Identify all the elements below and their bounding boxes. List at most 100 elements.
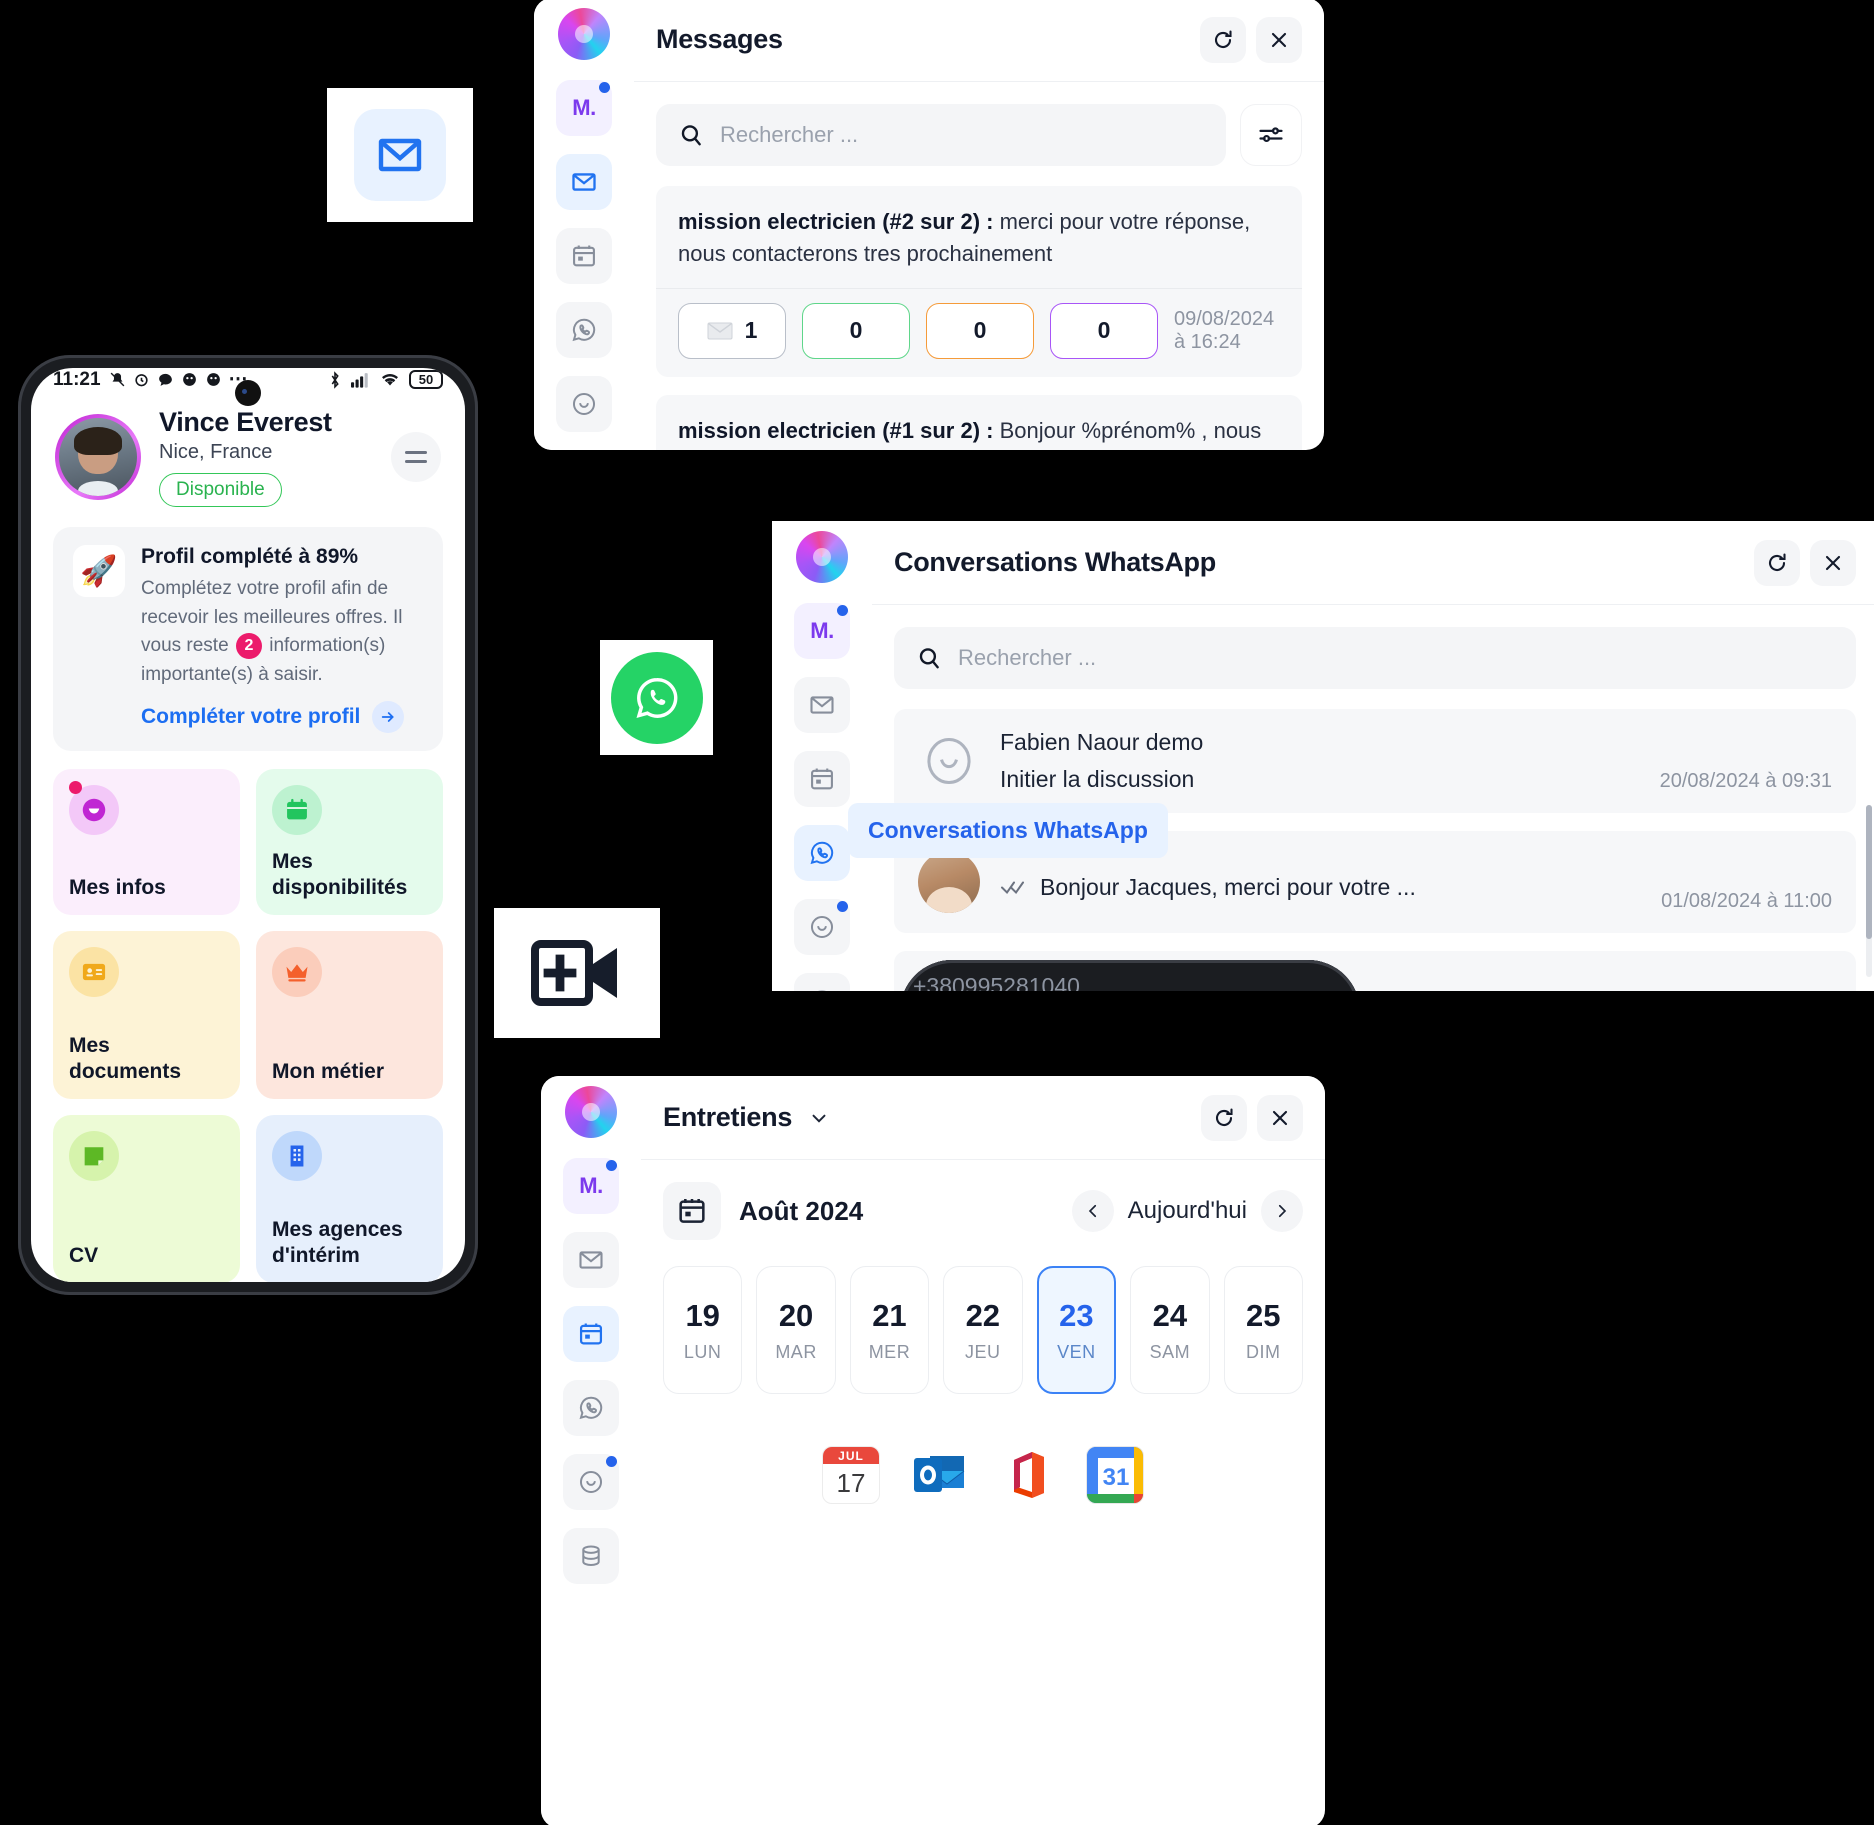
counter-value: 0 xyxy=(1097,317,1111,344)
avatar[interactable] xyxy=(55,414,141,500)
tile-cv[interactable]: CV xyxy=(53,1115,240,1282)
whatsapp-tooltip: Conversations WhatsApp xyxy=(848,803,1168,858)
tile-mon-metier[interactable]: Mon métier xyxy=(256,931,443,1099)
sidebar-item-database[interactable] xyxy=(563,1528,619,1584)
search-input[interactable]: Rechercher ... xyxy=(894,627,1856,689)
profile-completion-card[interactable]: 🚀 Profil complété à 89% Complétez votre … xyxy=(53,527,443,751)
calendar-day[interactable]: 21 MER xyxy=(849,1266,930,1394)
sidebar-item-calendar[interactable] xyxy=(563,1306,619,1362)
tile-mes-infos[interactable]: Mes infos xyxy=(53,769,240,915)
smiley-glyph xyxy=(82,798,106,822)
calendar-day[interactable]: 25 DIM xyxy=(1223,1266,1303,1394)
status-time: 11:21 xyxy=(53,368,101,390)
add-video-tile[interactable] xyxy=(494,908,660,1038)
sidebar-item-smiley[interactable] xyxy=(556,376,612,432)
camera-punch-hole xyxy=(235,380,261,406)
sidebar-item-m[interactable]: M. xyxy=(794,603,850,659)
scrollbar-thumb[interactable] xyxy=(1866,805,1872,940)
avatar xyxy=(918,730,980,792)
calendar-day[interactable]: 24 SAM xyxy=(1130,1266,1210,1394)
arrow-right-icon xyxy=(372,701,405,733)
brand-logo-icon[interactable] xyxy=(558,8,610,60)
day-number: 20 xyxy=(778,1297,814,1333)
entretiens-main: Entretiens Août 2024 Aujourd'hui 19 LUN … xyxy=(641,1076,1325,1825)
counter-orange[interactable]: 0 xyxy=(926,302,1034,359)
messages-search-row: Rechercher ... xyxy=(656,104,1302,166)
filters-button[interactable] xyxy=(1240,104,1302,166)
whatsapp-app-tile[interactable] xyxy=(600,640,713,755)
email-app-tile[interactable] xyxy=(327,88,473,222)
calendar-day[interactable]: 22 JEU xyxy=(943,1266,1023,1394)
conversation-row[interactable]: Fabien Naour demo +33622745868 Initier l… xyxy=(894,709,1856,991)
sidebar-item-calendar[interactable] xyxy=(794,751,850,807)
outlook-icon[interactable] xyxy=(910,1446,968,1504)
sidebar-item-database[interactable] xyxy=(794,973,850,991)
close-button[interactable] xyxy=(1810,539,1856,586)
apple-calendar-icon[interactable]: JUL 17 xyxy=(822,1446,880,1504)
conversation-row[interactable]: OksanaMobile Bahmatska +380995281040 ok … xyxy=(894,951,1856,991)
counter-value: 0 xyxy=(973,317,987,344)
sidebar-item-messages[interactable] xyxy=(563,1232,619,1288)
whatsapp-header-actions xyxy=(1754,539,1856,586)
filters-icon xyxy=(1259,127,1283,143)
sidebar-item-messages[interactable] xyxy=(556,154,612,210)
calendar-integrations: JUL 17 31 xyxy=(663,1446,1303,1504)
office-glyph xyxy=(1014,1452,1044,1498)
sidebar-item-smiley[interactable] xyxy=(794,899,850,955)
calendar-day[interactable]: 19 LUN xyxy=(663,1266,743,1394)
sidebar-item-whatsapp[interactable] xyxy=(563,1380,619,1436)
conversation-preview-row: Initier la discussion xyxy=(1000,766,1640,793)
calendar-glyph xyxy=(679,1199,705,1223)
close-button[interactable] xyxy=(1256,16,1302,63)
sidebar-item-smiley[interactable] xyxy=(563,1454,619,1510)
status-right-icons: 50 xyxy=(328,370,443,389)
message-item[interactable]: mission electricien (#1 sur 2) : Bonjour… xyxy=(656,394,1302,450)
next-button[interactable] xyxy=(1261,1190,1303,1232)
tile-mes-disponibilites[interactable]: Mes disponibilités xyxy=(256,769,443,915)
calendar-icon[interactable] xyxy=(663,1182,721,1240)
office-icon[interactable] xyxy=(998,1446,1056,1504)
page-title: Messages xyxy=(656,24,783,54)
sidebar-item-calendar[interactable] xyxy=(556,228,612,284)
chevron-down-icon[interactable] xyxy=(808,1107,830,1129)
refresh-button[interactable] xyxy=(1754,539,1800,586)
prev-button[interactable] xyxy=(1071,1190,1114,1232)
brand-logo-icon[interactable] xyxy=(565,1086,617,1138)
database-icon xyxy=(582,1545,600,1566)
sidebar-item-m[interactable]: M. xyxy=(556,80,612,136)
day-name: MER xyxy=(868,1341,911,1362)
search-input[interactable]: Rechercher ... xyxy=(656,104,1226,166)
tile-label: Mes agences d'intérim xyxy=(272,1217,403,1267)
tile-mes-agences[interactable]: Mes agences d'intérim xyxy=(256,1115,443,1282)
sidebar-item-whatsapp[interactable] xyxy=(794,825,850,881)
sidebar-item-messages[interactable] xyxy=(794,677,850,733)
today-button[interactable]: Aujourd'hui xyxy=(1128,1197,1247,1225)
scrollbar-track[interactable] xyxy=(1866,805,1872,977)
close-button[interactable] xyxy=(1257,1094,1303,1141)
sidebar-item-whatsapp[interactable] xyxy=(556,302,612,358)
menu-button[interactable] xyxy=(391,432,441,482)
counter-mail[interactable]: 1 xyxy=(678,302,786,359)
tile-mes-documents[interactable]: Mes documents xyxy=(53,931,240,1099)
sidebar-item-m[interactable]: M. xyxy=(563,1158,619,1214)
calendar-day[interactable]: 20 MAR xyxy=(756,1266,836,1394)
double-check-icon xyxy=(1000,878,1028,896)
complete-profile-link[interactable]: Compléter votre profil xyxy=(141,701,423,733)
refresh-button[interactable] xyxy=(1200,16,1246,63)
status-left-icons: ⋯ xyxy=(109,368,249,391)
sidebar-item-label: M. xyxy=(810,618,834,643)
day-number: 21 xyxy=(872,1297,907,1333)
counter-purple[interactable]: 0 xyxy=(1050,302,1158,359)
smiley-icon xyxy=(927,738,971,784)
google-calendar-icon[interactable]: 31 xyxy=(1086,1446,1144,1504)
crown-glyph xyxy=(286,964,308,982)
notification-dot xyxy=(606,1456,617,1467)
counter-green[interactable]: 0 xyxy=(802,302,910,359)
close-icon xyxy=(1825,555,1841,570)
brand-logo-icon[interactable] xyxy=(796,531,848,583)
calendar-day-selected[interactable]: 23 VEN xyxy=(1036,1266,1117,1394)
contact-name: Fabien Naour demo xyxy=(1000,729,1204,755)
refresh-button[interactable] xyxy=(1201,1094,1247,1141)
message-item[interactable]: mission electricien (#2 sur 2) : merci p… xyxy=(656,186,1302,377)
phone-mockup: 11:21 ⋯ 50 Vince Everest Nice, France Di… xyxy=(18,355,478,1295)
